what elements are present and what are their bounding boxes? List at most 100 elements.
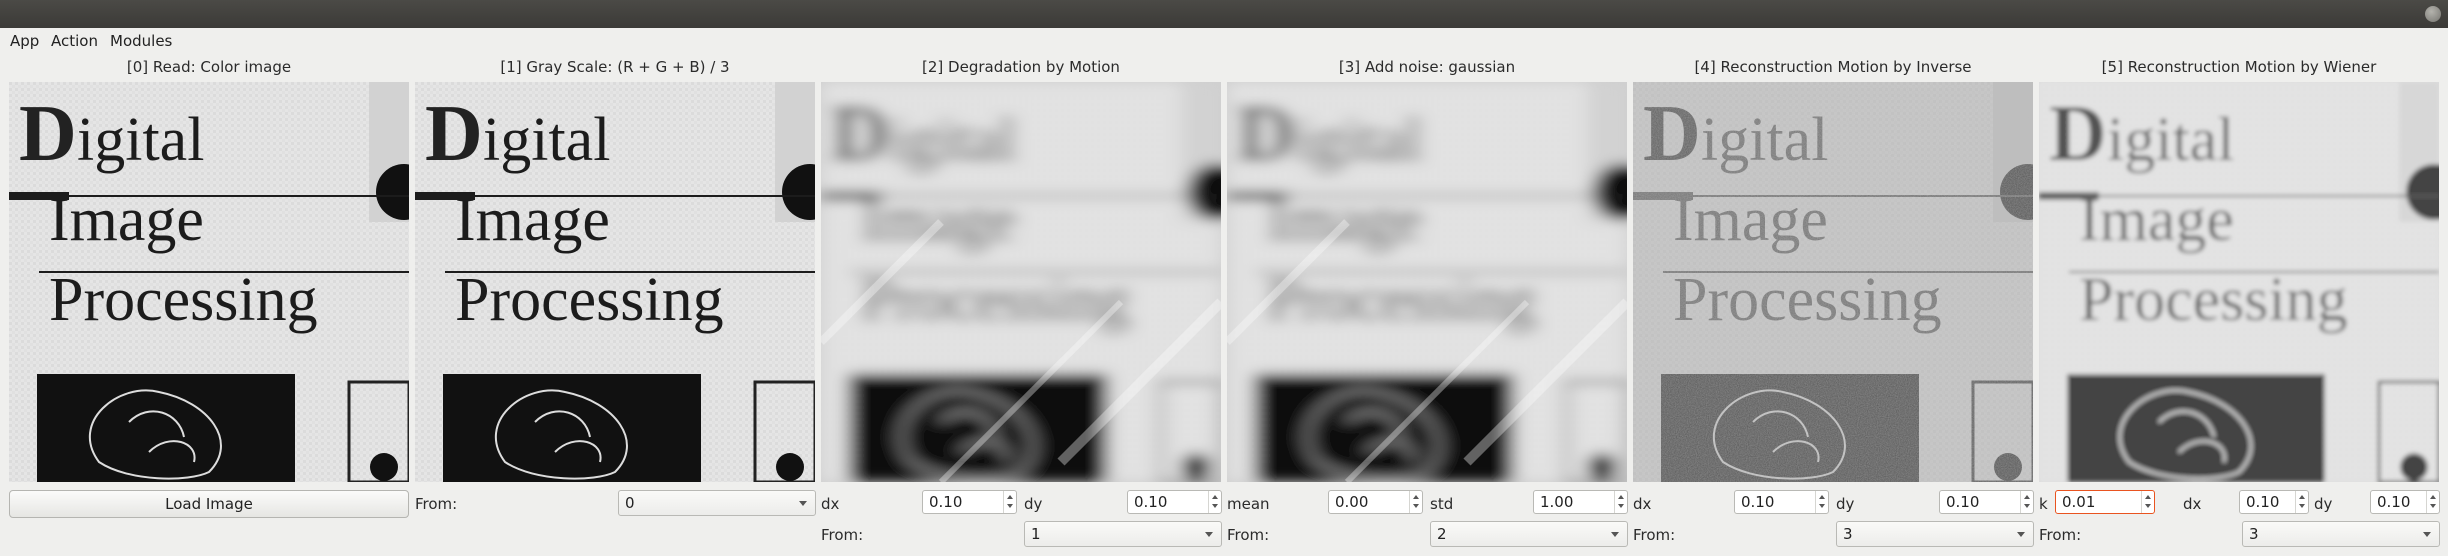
panel-title: [2] Degradation by Motion	[922, 58, 1120, 76]
image-text-line1: igital	[483, 106, 610, 174]
load-image-button[interactable]: Load Image	[9, 490, 409, 518]
spin-arrows-icon[interactable]	[2426, 491, 2439, 513]
panel-gray-scale: [1] Gray Scale: (R + G + B) / 3 D igital…	[415, 58, 816, 516]
dx-spinbox[interactable]: 0.10	[922, 490, 1017, 514]
menu-action[interactable]: Action	[51, 32, 98, 50]
image-text-line1: igital	[77, 106, 204, 174]
dx-label: dx	[821, 495, 840, 513]
image-text-line1: igital	[1295, 106, 1422, 174]
spin-arrows-icon[interactable]	[1815, 491, 1828, 513]
spin-arrows-icon[interactable]	[1003, 491, 1016, 513]
mean-label: mean	[1227, 495, 1270, 513]
menu-modules[interactable]: Modules	[110, 32, 172, 50]
image-graphic: D igital Image Processing	[415, 82, 815, 482]
image-text-cap: D	[19, 90, 77, 178]
image-text-cap: D	[1237, 90, 1295, 178]
dy-value: 0.10	[1134, 493, 1168, 511]
image-view: D igital Image Processing	[9, 82, 409, 482]
dx-value: 0.10	[1741, 493, 1775, 511]
image-view: D igital Image Processing	[2039, 82, 2439, 482]
chevron-down-icon	[2423, 532, 2431, 537]
dy-value: 0.10	[2377, 493, 2411, 511]
panel-title: [4] Reconstruction Motion by Inverse	[1694, 58, 1972, 76]
image-graphic: D igital Image Processing	[821, 82, 1221, 482]
image-text-line2: Image	[455, 186, 610, 254]
image-text-cap: D	[425, 90, 483, 178]
from-select[interactable]: 2	[1430, 521, 1628, 547]
spin-arrows-icon[interactable]	[2295, 491, 2308, 513]
panel-reconstruction-inverse: [4] Reconstruction Motion by Inverse D i…	[1633, 58, 2034, 547]
k-spinbox[interactable]: 0.01	[2055, 490, 2155, 514]
image-graphic: D igital Image Processing	[1633, 82, 2033, 482]
from-select[interactable]: 1	[1024, 521, 1222, 547]
from-select[interactable]: 3	[2242, 521, 2440, 547]
chevron-down-icon	[799, 501, 807, 506]
panel-reconstruction-wiener: [5] Reconstruction Motion by Wiener D ig…	[2039, 58, 2440, 547]
from-label: From:	[1633, 526, 1676, 544]
dx-label: dx	[1633, 495, 1652, 513]
image-text-line2: Image	[49, 186, 204, 254]
image-text-cap: D	[831, 90, 889, 178]
spin-arrows-icon[interactable]	[1208, 491, 1221, 513]
image-text-line3: Processing	[1267, 266, 1536, 334]
menu-app[interactable]: App	[10, 32, 39, 50]
std-label: std	[1430, 495, 1454, 513]
dx-label: dx	[2183, 495, 2202, 513]
from-select-value: 3	[2249, 525, 2259, 543]
dy-spinbox[interactable]: 0.10	[2370, 490, 2440, 514]
mean-value: 0.00	[1335, 493, 1369, 511]
image-text-line3: Processing	[861, 266, 1130, 334]
dy-spinbox[interactable]: 0.10	[1127, 490, 1222, 514]
spin-arrows-icon[interactable]	[2141, 491, 2154, 513]
from-select[interactable]: 0	[618, 490, 816, 516]
from-label: From:	[415, 495, 458, 513]
panel-read-color: [0] Read: Color image D igital Image Pro…	[9, 58, 409, 518]
k-value: 0.01	[2062, 493, 2096, 511]
window-titlebar	[0, 0, 2448, 28]
from-label: From:	[1227, 526, 1270, 544]
panel-degradation-motion: [2] Degradation by Motion D igital Image…	[821, 58, 1222, 547]
k-label: k	[2039, 495, 2048, 513]
menu-bar: App Action Modules	[0, 28, 2448, 54]
image-view: D igital Image Processing	[1633, 82, 2033, 482]
dy-spinbox[interactable]: 0.10	[1939, 490, 2034, 514]
dx-value: 0.10	[929, 493, 963, 511]
from-label: From:	[821, 526, 864, 544]
from-select-value: 0	[625, 494, 635, 512]
from-select-value: 2	[1437, 525, 1447, 543]
dx-spinbox[interactable]: 0.10	[1734, 490, 1829, 514]
chevron-down-icon	[1611, 532, 1619, 537]
image-text-line1: igital	[889, 106, 1016, 174]
from-select[interactable]: 3	[1836, 521, 2034, 547]
image-graphic: D igital Image Processing	[2039, 82, 2439, 482]
image-text-line3: Processing	[455, 266, 724, 334]
std-spinbox[interactable]: 1.00	[1533, 490, 1628, 514]
image-view: D igital Image Processing	[821, 82, 1221, 482]
image-graphic: D igital Image Processing	[1227, 82, 1627, 482]
spin-arrows-icon[interactable]	[1614, 491, 1627, 513]
chevron-down-icon	[1205, 532, 1213, 537]
panel-title: [1] Gray Scale: (R + G + B) / 3	[500, 58, 730, 76]
dy-label: dy	[1836, 495, 1855, 513]
chevron-down-icon	[2017, 532, 2025, 537]
image-text-line3: Processing	[49, 266, 318, 334]
image-view: D igital Image Processing	[415, 82, 815, 482]
from-select-value: 3	[1843, 525, 1853, 543]
panel-add-noise: [3] Add noise: gaussian D igital Image P…	[1227, 58, 1628, 547]
mean-spinbox[interactable]: 0.00	[1328, 490, 1423, 514]
dx-spinbox[interactable]: 0.10	[2239, 490, 2309, 514]
dy-value: 0.10	[1946, 493, 1980, 511]
panel-title: [0] Read: Color image	[126, 58, 292, 76]
spin-arrows-icon[interactable]	[2020, 491, 2033, 513]
std-value: 1.00	[1540, 493, 1574, 511]
dx-value: 0.10	[2246, 493, 2280, 511]
image-view: D igital Image Processing	[1227, 82, 1627, 482]
from-select-value: 1	[1031, 525, 1041, 543]
panel-title: [3] Add noise: gaussian	[1338, 58, 1516, 76]
window-close-icon[interactable]	[2425, 6, 2441, 22]
from-label: From:	[2039, 526, 2082, 544]
dy-label: dy	[1024, 495, 1043, 513]
image-graphic: D igital Image Processing	[9, 82, 409, 482]
panel-title: [5] Reconstruction Motion by Wiener	[2101, 58, 2377, 76]
spin-arrows-icon[interactable]	[1409, 491, 1422, 513]
